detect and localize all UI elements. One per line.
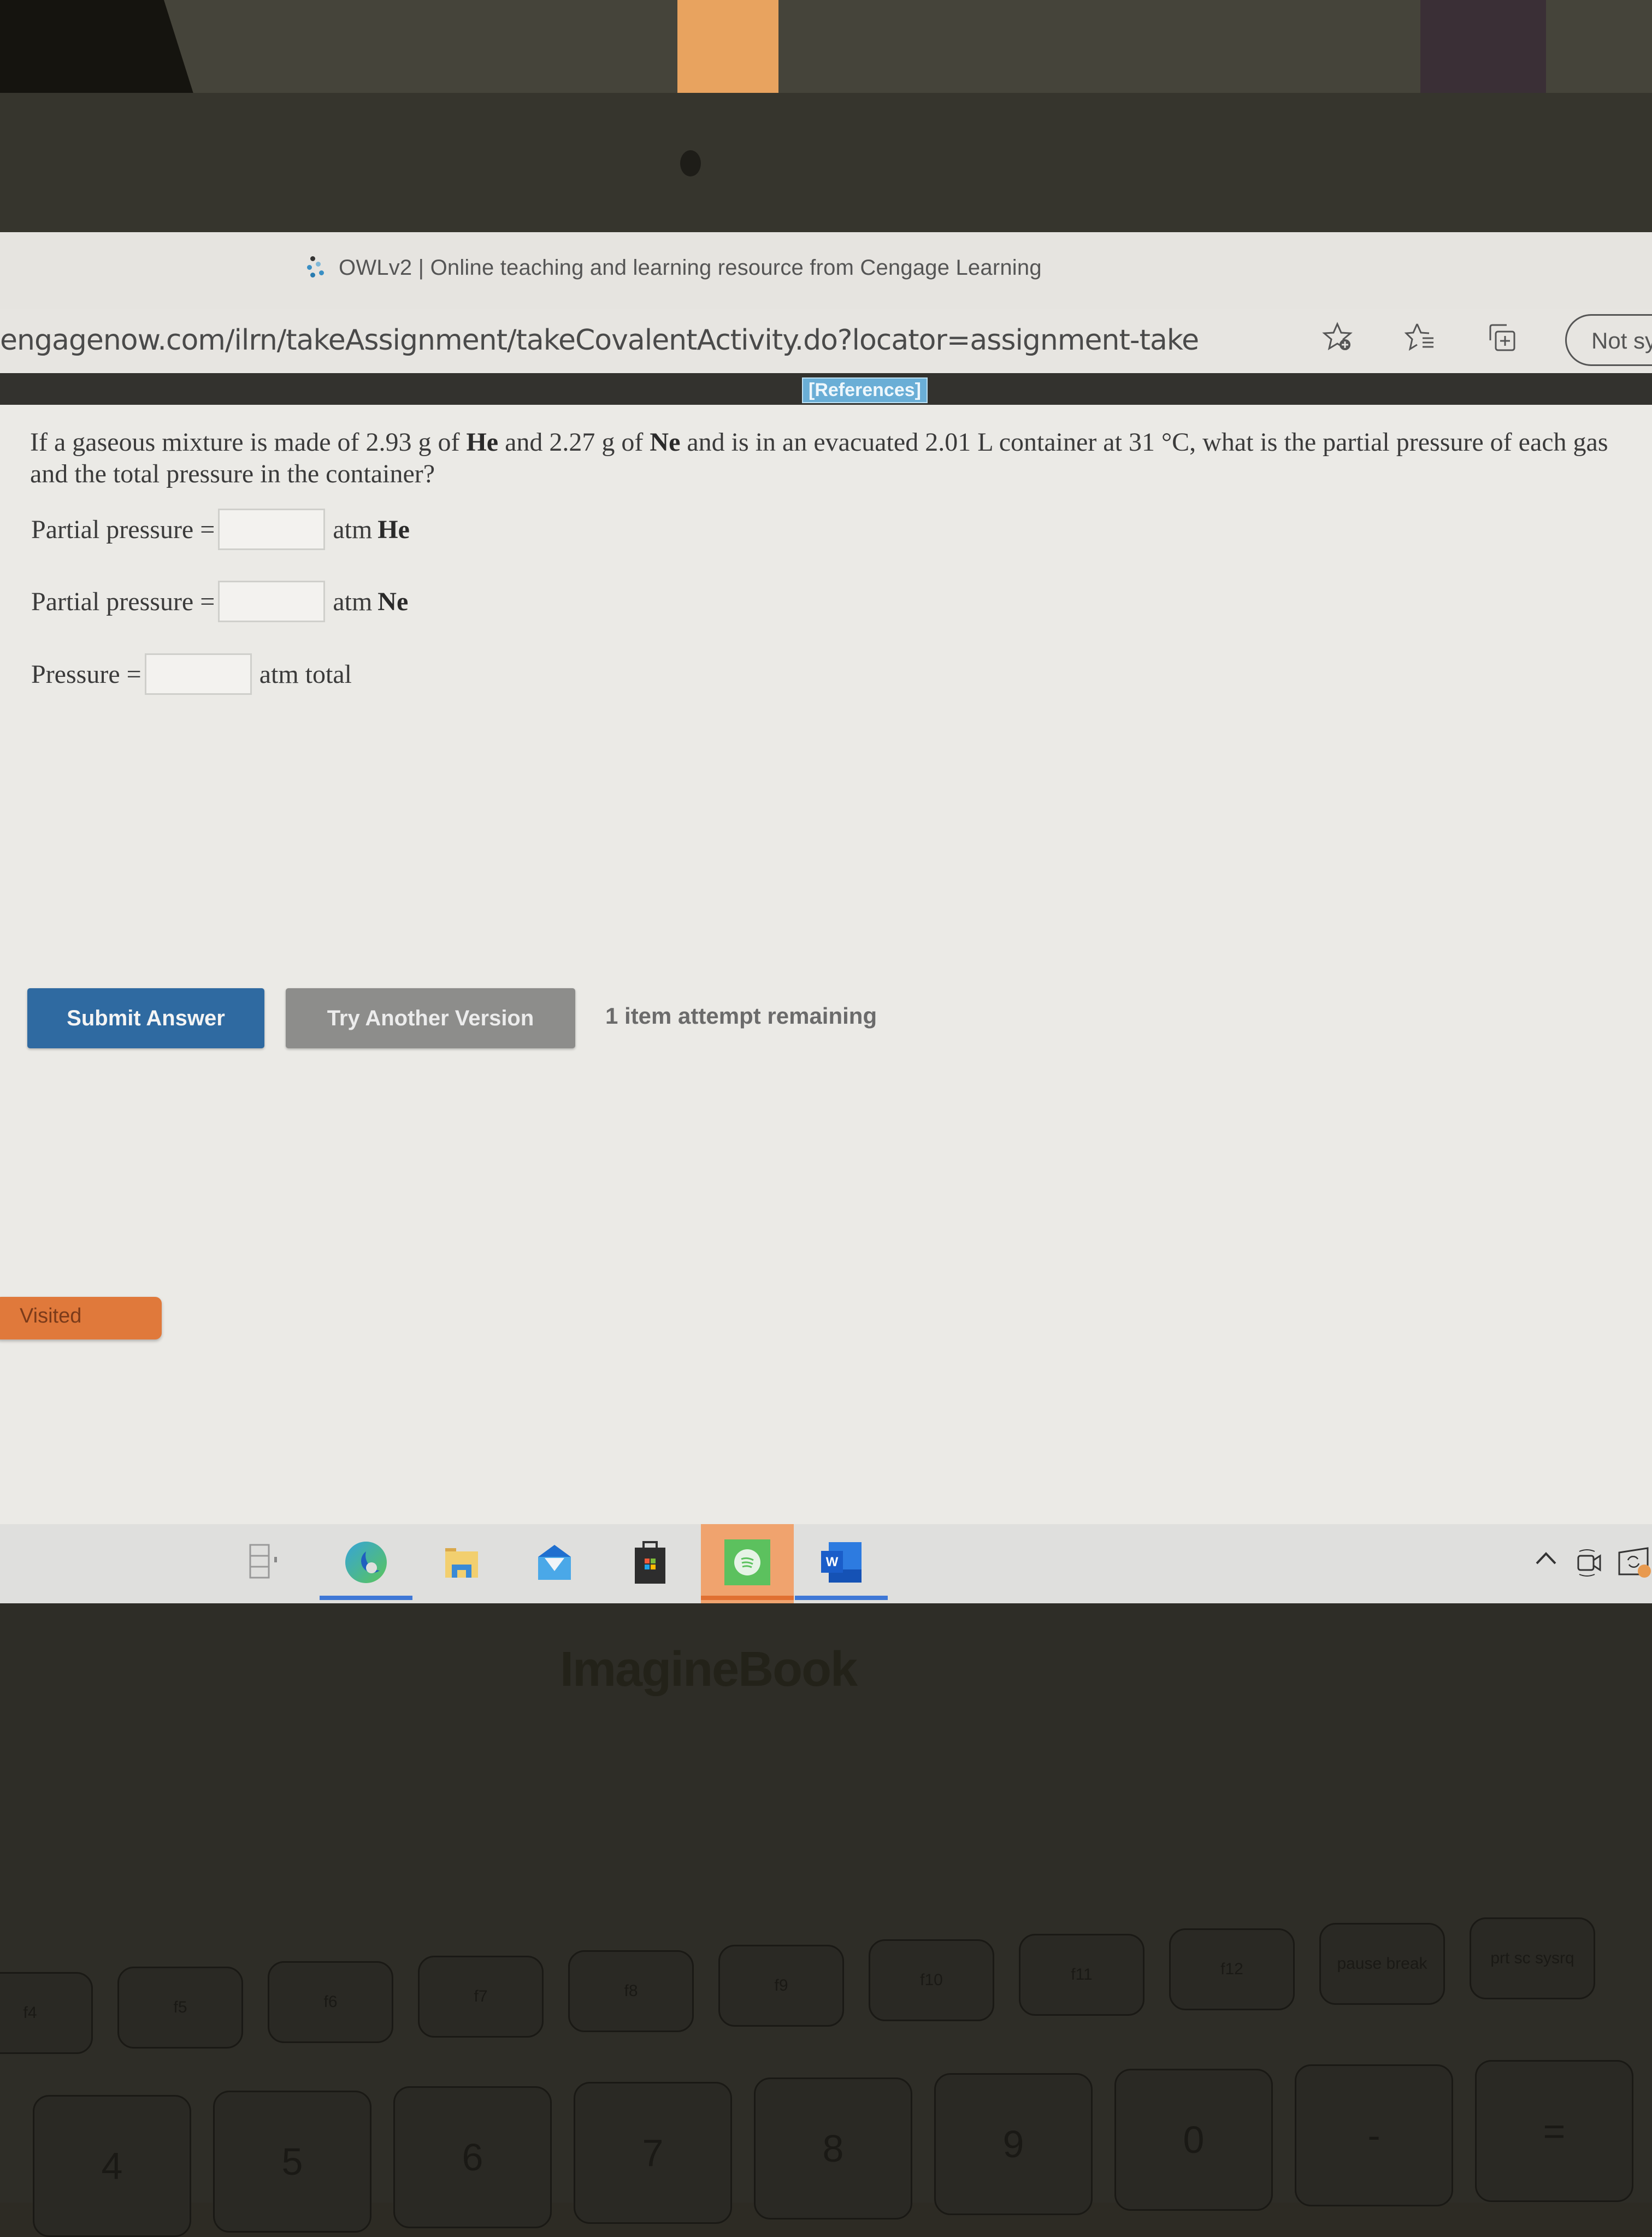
- partial-pressure-ne-input[interactable]: [218, 581, 326, 622]
- number-key: 8: [754, 2077, 912, 2220]
- answer-label: Pressure =: [31, 659, 141, 689]
- active-indicator: [320, 1596, 412, 1600]
- function-key: f12: [1169, 1928, 1295, 2010]
- question-text: If a gaseous mixture is made of 2.93 g o…: [30, 428, 1608, 488]
- number-key: 0: [1114, 2069, 1273, 2211]
- number-key: 5: [213, 2091, 371, 2233]
- total-pressure-input[interactable]: [144, 653, 252, 695]
- dark-object: [0, 0, 197, 104]
- orange-object: [677, 0, 778, 96]
- show-hidden-icons-button[interactable]: [1532, 1546, 1560, 1574]
- answer-label: Partial pressure =: [31, 515, 215, 544]
- spotify-icon: [724, 1539, 770, 1588]
- function-key: prt sc sysrq: [1470, 1917, 1595, 1999]
- number-key: 6: [393, 2086, 552, 2228]
- number-key: =: [1475, 2060, 1633, 2202]
- function-key: f4: [0, 1972, 93, 2054]
- edge-taskbar-button[interactable]: [320, 1524, 412, 1603]
- browser-titlebar: OWLv2 | Online teaching and learning res…: [0, 232, 1652, 309]
- owl-favicon-icon: [306, 254, 328, 281]
- favorites-icon[interactable]: [1404, 321, 1437, 353]
- svg-text:W: W: [826, 1555, 839, 1569]
- function-key: f11: [1019, 1934, 1144, 2016]
- number-key: 9: [934, 2073, 1093, 2215]
- store-icon: [628, 1538, 672, 1590]
- video-camera-icon: [1576, 1546, 1603, 1585]
- word-icon: W: [817, 1538, 866, 1590]
- function-key: f5: [117, 1967, 243, 2049]
- notification-button[interactable]: [1617, 1546, 1652, 1585]
- answer-row-total: Pressure = atm total: [31, 653, 352, 695]
- mail-button[interactable]: [508, 1524, 601, 1603]
- webcam: [680, 150, 701, 176]
- meet-now-button[interactable]: [1576, 1546, 1603, 1585]
- word-taskbar-button[interactable]: W: [795, 1524, 888, 1603]
- page-title: OWLv2 | Online teaching and learning res…: [339, 255, 1042, 280]
- function-key: f8: [568, 1950, 694, 2032]
- answer-row-he: Partial pressure = atm He: [31, 509, 410, 550]
- mail-icon: [533, 1540, 576, 1587]
- answer-label: Partial pressure =: [31, 587, 215, 616]
- function-key: f6: [268, 1961, 393, 2043]
- number-key: -: [1295, 2064, 1453, 2206]
- chevron-up-icon: [1532, 1546, 1560, 1574]
- references-bar: [References]: [0, 373, 1652, 405]
- references-link[interactable]: [References]: [802, 377, 928, 403]
- add-favorite-icon[interactable]: [1322, 321, 1355, 353]
- function-key: f7: [418, 1956, 544, 2038]
- visited-tab[interactable]: Visited: [0, 1297, 162, 1339]
- answer-unit: atm total: [259, 659, 352, 689]
- sync-status-button[interactable]: Not sy: [1565, 314, 1652, 366]
- function-key: f9: [718, 1945, 844, 2027]
- purple-object: [1420, 0, 1546, 104]
- number-key: 4: [33, 2095, 191, 2237]
- answer-row-ne: Partial pressure = atm Ne: [31, 581, 408, 622]
- task-view-button[interactable]: [219, 1524, 311, 1603]
- submit-answer-button[interactable]: Submit Answer: [27, 988, 264, 1048]
- file-explorer-button[interactable]: [415, 1524, 508, 1603]
- active-indicator: [795, 1596, 888, 1600]
- spotify-taskbar-button[interactable]: [701, 1524, 794, 1603]
- laptop-brand-logo: ImagineBook: [560, 1642, 858, 1697]
- edge-icon: [341, 1538, 391, 1590]
- function-key: pause break: [1319, 1923, 1445, 2005]
- partial-pressure-he-input[interactable]: [218, 509, 326, 550]
- answer-unit: atm: [333, 587, 373, 616]
- task-view-icon: [246, 1540, 284, 1587]
- function-key: f10: [869, 1939, 994, 2021]
- sync-notification-icon: [1617, 1546, 1652, 1585]
- address-bar[interactable]: engagenow.com/ilrn/takeAssignment/takeCo…: [0, 309, 1652, 371]
- microsoft-store-button[interactable]: [604, 1524, 697, 1603]
- photo-background: [0, 0, 1652, 235]
- laptop-body: ImagineBook f4 f5 f6 f7 f8 f9 f10 f11 f12 pause b…: [0, 1603, 1652, 2237]
- collections-icon[interactable]: [1486, 321, 1519, 353]
- wall: [0, 0, 1652, 104]
- number-key: 7: [574, 2082, 732, 2224]
- attempts-remaining: 1 item attempt remaining: [605, 1003, 877, 1029]
- url-text[interactable]: engagenow.com/ilrn/takeAssignment/takeCo…: [0, 324, 1199, 357]
- windows-taskbar: W: [0, 1524, 1652, 1603]
- assignment-content: If a gaseous mixture is made of 2.93 g o…: [0, 405, 1652, 1525]
- answer-species: Ne: [377, 587, 409, 616]
- answer-unit: atm: [333, 515, 373, 544]
- try-another-version-button[interactable]: Try Another Version: [286, 988, 575, 1048]
- laptop-bezel: [0, 93, 1652, 235]
- laptop-screen: OWLv2 | Online teaching and learning res…: [0, 232, 1652, 1603]
- active-indicator: [701, 1596, 794, 1600]
- answer-species: He: [377, 515, 410, 544]
- folder-icon: [440, 1540, 483, 1587]
